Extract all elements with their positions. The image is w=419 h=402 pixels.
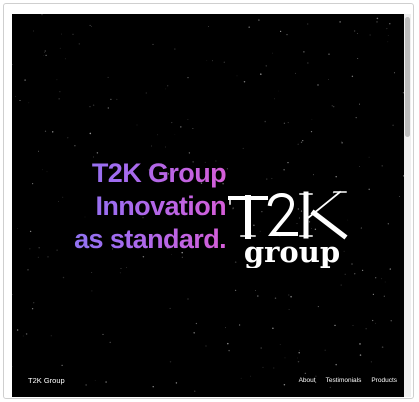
nav-link-products[interactable]: Products — [371, 377, 397, 384]
page-viewport: T2K Group Innovation as standard. group … — [12, 14, 406, 397]
headline-line-1: T2K Group — [91, 158, 226, 188]
hero-section: T2K Group Innovation as standard. group — [12, 157, 406, 268]
headline-line-2: Innovation — [95, 191, 226, 221]
logo-text-group: group — [244, 235, 340, 268]
browser-window: T2K Group Innovation as standard. group … — [3, 3, 414, 399]
vertical-scrollbar[interactable] — [404, 14, 411, 397]
site-footer: T2K Group About Testimonials Products — [12, 371, 406, 397]
scrollbar-thumb[interactable] — [405, 17, 410, 137]
nav-link-testimonials[interactable]: Testimonials — [326, 377, 362, 384]
hero-headline: T2K Group Innovation as standard. — [26, 157, 226, 256]
footer-nav: About Testimonials Products — [299, 377, 397, 384]
t2k-group-logo: group — [228, 190, 348, 268]
footer-brand-link[interactable]: T2K Group — [28, 376, 65, 385]
headline-line-3: as standard. — [74, 224, 226, 254]
nav-link-about[interactable]: About — [299, 377, 316, 384]
